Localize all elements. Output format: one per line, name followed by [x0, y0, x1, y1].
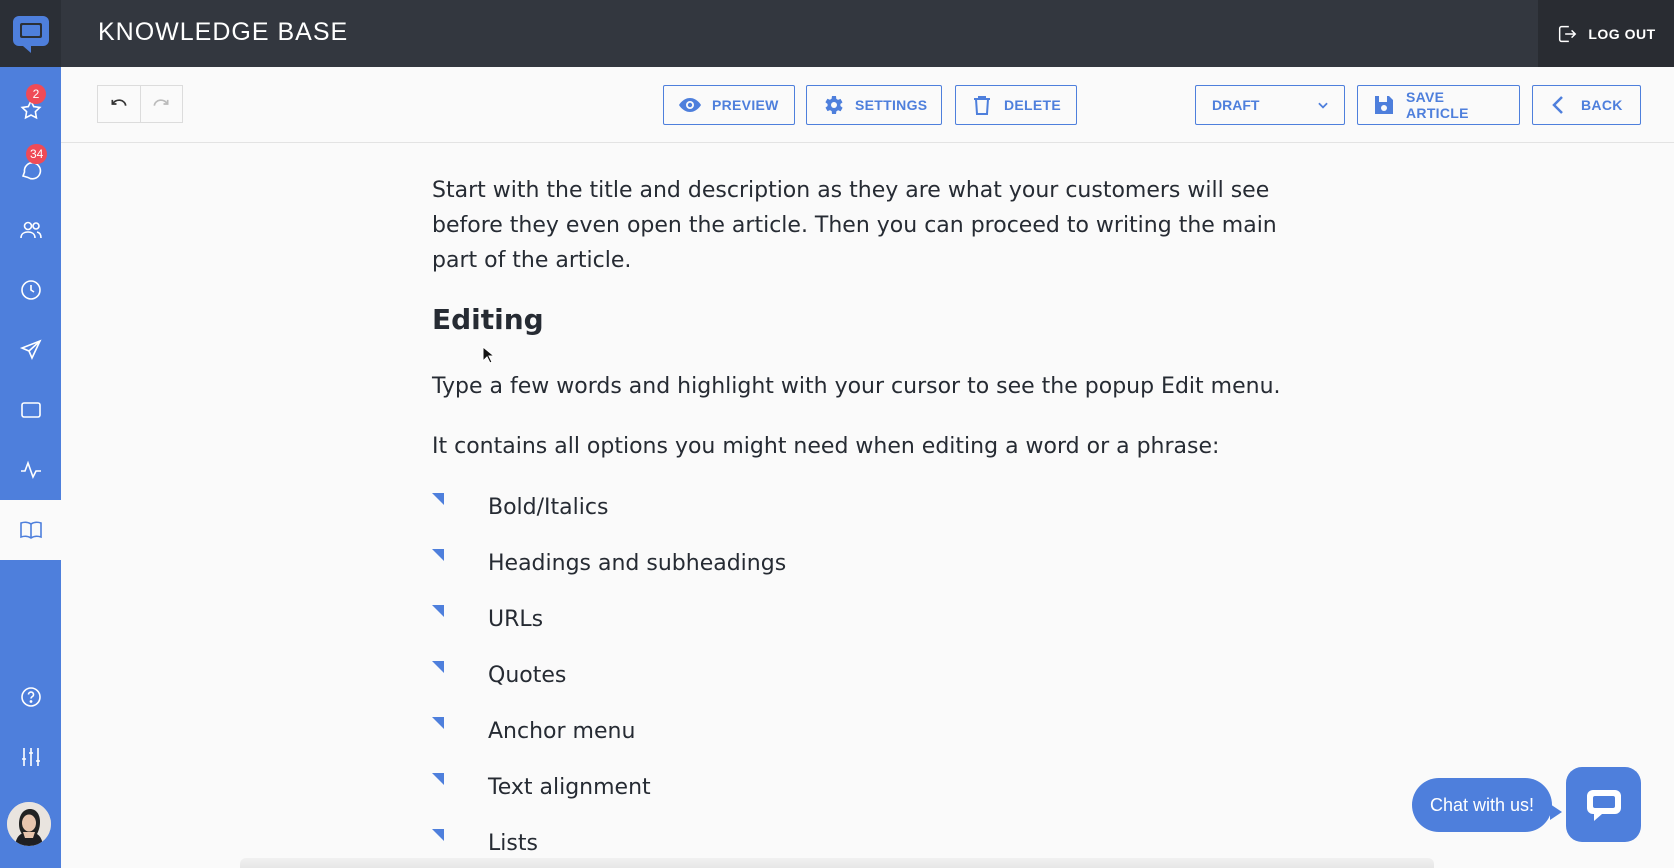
- logo-icon: [12, 15, 49, 53]
- sidebar-item-starred[interactable]: 2: [0, 80, 61, 140]
- list-item-label: Quotes: [488, 663, 567, 688]
- app-logo[interactable]: [0, 0, 61, 67]
- chat-launcher-button[interactable]: [1566, 767, 1641, 842]
- bullet-icon: [432, 493, 444, 505]
- chat-invite-bubble[interactable]: Chat with us!: [1412, 778, 1563, 832]
- back-button[interactable]: BACK: [1532, 85, 1641, 125]
- list-item[interactable]: Quotes: [432, 661, 786, 717]
- user-photo-icon: [7, 802, 51, 846]
- chat-widget-icon: [1586, 789, 1621, 821]
- avatar[interactable]: [7, 802, 51, 846]
- editor-toolbar: PREVIEW SETTINGS DELETE DRAFT SAVE ARTIC…: [61, 67, 1674, 143]
- sliders-icon: [21, 748, 40, 766]
- article-paragraph-highlight[interactable]: Type a few words and highlight with your…: [432, 369, 1312, 404]
- list-item-label: Headings and subheadings: [488, 551, 787, 576]
- undo-icon: [111, 99, 127, 106]
- sidebar-item-knowledge-base[interactable]: [0, 500, 61, 560]
- bullet-icon: [432, 773, 444, 785]
- options-list: Bold/Italics Headings and subheadings UR…: [432, 493, 786, 868]
- bullet-icon: [432, 605, 444, 617]
- redo-button[interactable]: [139, 86, 183, 122]
- sidebar-item-reports[interactable]: [0, 440, 61, 500]
- eye-icon: [679, 98, 701, 112]
- sidebar-item-chats[interactable]: 34: [0, 140, 61, 200]
- sidebar-item-customers[interactable]: [0, 200, 61, 260]
- bullet-icon: [432, 717, 444, 729]
- save-label: SAVE ARTICLE: [1406, 89, 1469, 121]
- activity-icon: [20, 460, 41, 480]
- send-icon: [19, 339, 42, 360]
- users-icon: [19, 221, 42, 239]
- save-article-button[interactable]: SAVE ARTICLE: [1357, 85, 1520, 125]
- clock-icon: [20, 280, 41, 300]
- status-dropdown[interactable]: DRAFT: [1195, 85, 1345, 125]
- list-item-label: Bold/Italics: [488, 495, 609, 520]
- status-value: DRAFT: [1212, 97, 1260, 113]
- bullet-icon: [432, 549, 444, 561]
- preview-button[interactable]: PREVIEW: [663, 85, 795, 125]
- logout-icon: [1559, 25, 1577, 42]
- list-item-label: URLs: [488, 607, 544, 632]
- delete-button[interactable]: DELETE: [955, 85, 1077, 125]
- delete-label: DELETE: [1004, 97, 1062, 113]
- book-icon: [19, 521, 42, 539]
- trash-icon: [974, 96, 990, 115]
- list-item-label: Anchor menu: [488, 719, 636, 744]
- sidebar-item-widget[interactable]: [0, 380, 61, 440]
- logout-button[interactable]: LOG OUT: [1538, 0, 1674, 67]
- article-paragraph-options[interactable]: It contains all options you might need w…: [432, 429, 1312, 464]
- logout-label: LOG OUT: [1588, 25, 1656, 42]
- back-label: BACK: [1581, 97, 1623, 113]
- top-bar: KNOWLEDGE BASE LOG OUT: [61, 0, 1674, 67]
- sidebar: 2 34: [0, 0, 61, 868]
- history-controls: [97, 85, 183, 123]
- settings-button[interactable]: SETTINGS: [806, 85, 942, 125]
- article-heading[interactable]: Editing: [432, 303, 544, 336]
- chevron-left-icon: [1552, 96, 1563, 114]
- list-item[interactable]: Anchor menu: [432, 717, 786, 773]
- list-item-label: Text alignment: [488, 775, 651, 800]
- list-item[interactable]: Headings and subheadings: [432, 549, 786, 605]
- bullet-icon: [432, 829, 444, 841]
- badge: 34: [26, 144, 48, 164]
- list-item[interactable]: Bold/Italics: [432, 493, 786, 549]
- mouse-cursor-icon: [482, 346, 494, 364]
- window-icon: [20, 402, 41, 418]
- gear-icon: [825, 96, 843, 114]
- sidebar-item-history[interactable]: [0, 260, 61, 320]
- page-title: KNOWLEDGE BASE: [98, 18, 349, 46]
- list-item-label: Lists: [488, 831, 538, 856]
- badge: 2: [26, 84, 46, 104]
- undo-button[interactable]: [98, 86, 140, 122]
- bullet-icon: [432, 661, 444, 673]
- list-item[interactable]: URLs: [432, 605, 786, 661]
- redo-icon: [153, 99, 169, 106]
- help-icon: [20, 687, 41, 707]
- sidebar-item-settings[interactable]: [0, 727, 61, 787]
- sidebar-item-campaigns[interactable]: [0, 320, 61, 380]
- preview-label: PREVIEW: [712, 97, 779, 113]
- sidebar-item-help[interactable]: [0, 667, 61, 727]
- content-edge: [240, 858, 1434, 868]
- article-intro[interactable]: Start with the title and description as …: [432, 173, 1302, 278]
- chevron-down-icon: [1318, 102, 1328, 109]
- settings-label: SETTINGS: [855, 97, 928, 113]
- list-item[interactable]: Text alignment: [432, 773, 786, 829]
- floppy-icon: [1375, 96, 1393, 114]
